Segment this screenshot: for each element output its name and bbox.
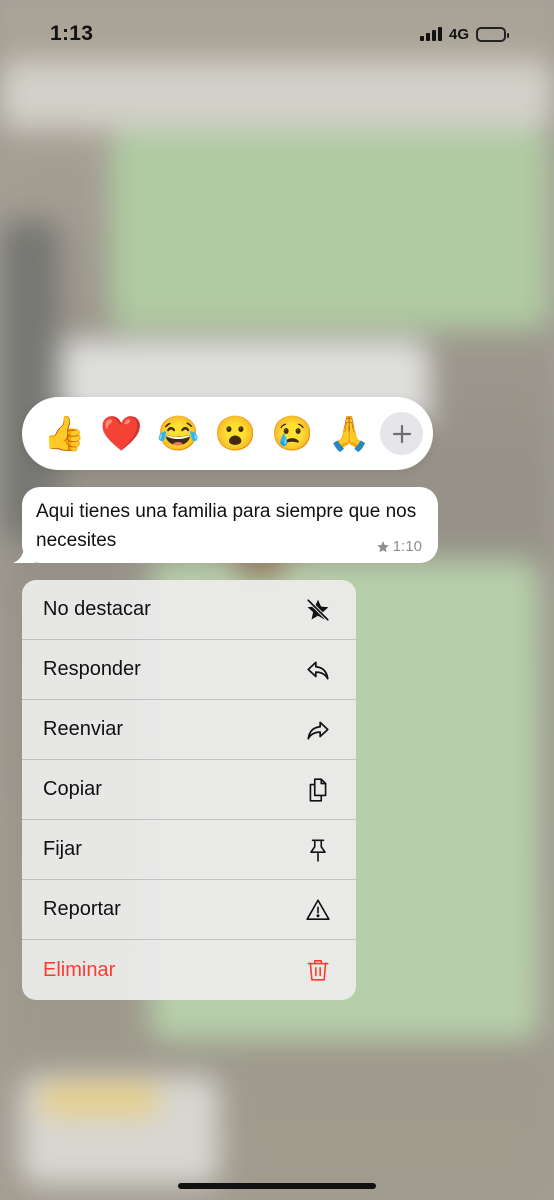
menu-item-label: No destacar (43, 598, 151, 620)
more-reactions-button[interactable] (380, 412, 423, 455)
menu-item-unstar[interactable]: No destacar (22, 580, 356, 640)
copy-icon (304, 776, 332, 804)
network-type: 4G (448, 25, 469, 43)
menu-item-label: Eliminar (43, 958, 116, 981)
trash-icon (304, 956, 332, 984)
menu-item-label: Copiar (43, 778, 102, 800)
message-text: Aqui tienes una familia para siempre que… (36, 501, 417, 551)
star-icon (376, 540, 389, 552)
reaction-pray[interactable]: 🙏 (321, 404, 378, 464)
pin-icon (304, 836, 332, 864)
message-bubble[interactable]: Aqui tienes una familia para siempre que… (22, 487, 438, 563)
menu-item-label: Reportar (43, 898, 121, 920)
message-meta: 1:10 (376, 538, 422, 555)
battery-icon (476, 26, 509, 42)
reply-icon (304, 656, 332, 684)
menu-item-label: Responder (43, 658, 141, 680)
reaction-sad[interactable]: 😢 (264, 404, 321, 464)
menu-item-reply[interactable]: Responder (22, 640, 356, 700)
forward-icon (304, 716, 332, 744)
message-context-menu: No destacar Responder Reenviar Copiar Fi… (22, 580, 356, 1000)
menu-item-copy[interactable]: Copiar (22, 760, 356, 820)
menu-item-label: Reenviar (43, 718, 124, 740)
reaction-bar: 👍 ❤️ 😂 😮 😢 🙏 (22, 397, 433, 470)
status-time: 1:13 (50, 22, 94, 45)
menu-item-pin[interactable]: Fijar (22, 820, 356, 880)
menu-item-forward[interactable]: Reenviar (22, 700, 356, 760)
menu-item-label: Fijar (43, 838, 82, 860)
reaction-heart[interactable]: ❤️ (93, 404, 150, 464)
cellular-signal-icon (419, 27, 442, 41)
unstar-icon (304, 596, 332, 624)
message-time: 1:10 (392, 538, 422, 555)
reaction-surprised[interactable]: 😮 (207, 404, 264, 464)
reaction-laugh[interactable]: 😂 (150, 404, 207, 464)
home-indicator[interactable] (178, 1183, 376, 1189)
menu-item-report[interactable]: Reportar (22, 880, 356, 940)
warning-icon (304, 896, 332, 924)
menu-item-delete[interactable]: Eliminar (22, 940, 356, 1000)
plus-icon (392, 424, 411, 443)
status-bar: 1:13 4G (0, 0, 554, 68)
reaction-thumbs-up[interactable]: 👍 (36, 404, 93, 464)
status-indicators: 4G (419, 25, 509, 43)
